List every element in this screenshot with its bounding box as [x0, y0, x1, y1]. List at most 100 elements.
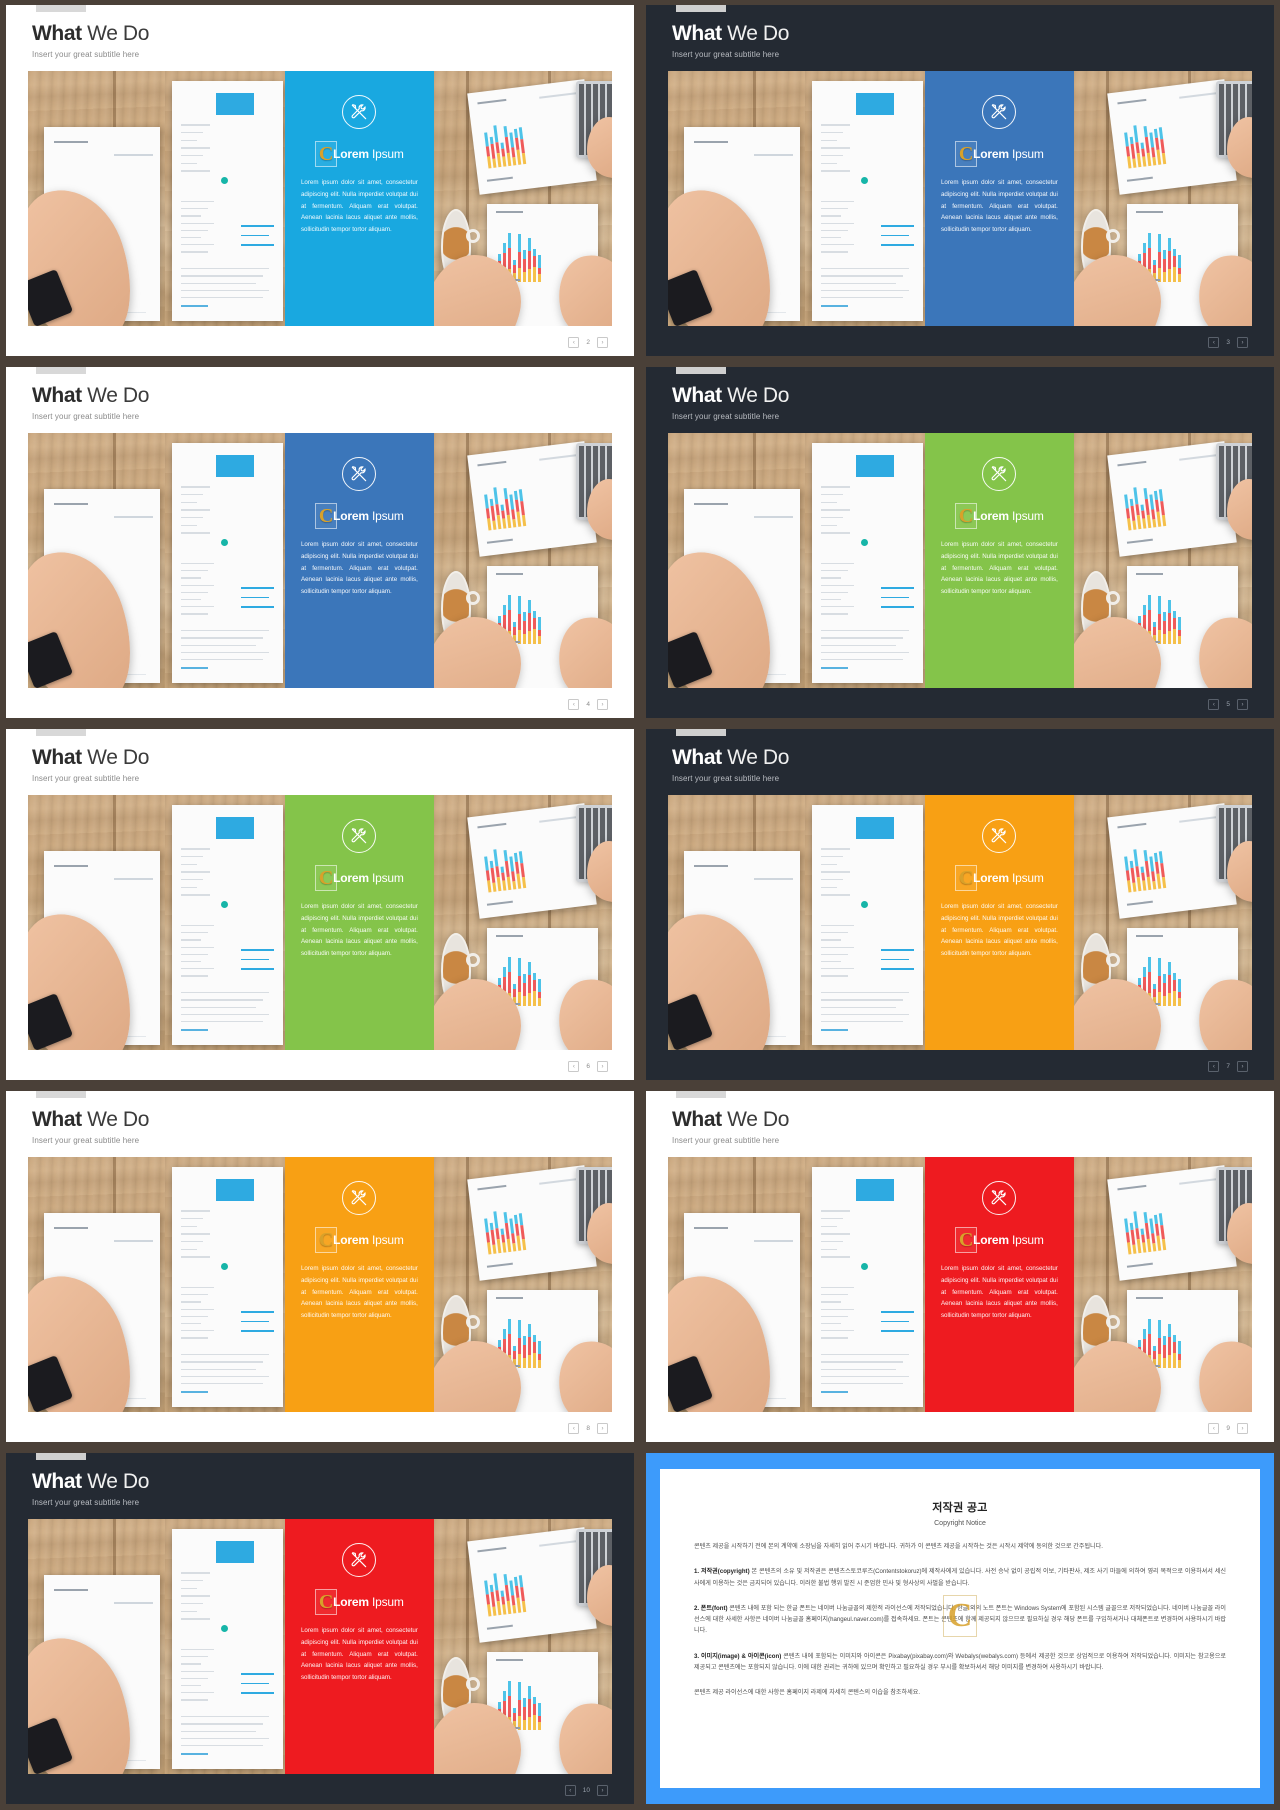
text-line — [181, 251, 208, 253]
slide-pager[interactable]: ‹ 4 › — [568, 699, 608, 710]
slide-cell-6[interactable]: What We Do Insert your great subtitle he… — [640, 724, 1280, 1086]
collage-panel-accent: C Lorem Ipsum Lorem ipsum dolor sit amet, … — [284, 795, 434, 1050]
title-bold: What — [672, 746, 722, 769]
slide-cell-9[interactable]: What We Do Insert your great subtitle he… — [0, 1448, 640, 1810]
slide-body: C Lorem Ipsum Lorem ipsum dolor sit amet, … — [646, 1145, 1274, 1442]
copyright-slide-cell[interactable]: 저작권 공고 Copyright Notice 콘텐츠 제공을 시작하기 전에 본의… — [640, 1448, 1280, 1810]
slide-1[interactable]: What We Do Insert your great subtitle he… — [6, 5, 634, 356]
wrench-screwdriver-icon — [342, 819, 377, 854]
slide-cell-8[interactable]: What We Do Insert your great subtitle he… — [640, 1086, 1280, 1448]
slide-pager[interactable]: ‹ 9 › — [1208, 1423, 1248, 1434]
prev-page-button[interactable]: ‹ — [1208, 699, 1220, 710]
slide-cell-4[interactable]: What We Do Insert your great subtitle he… — [640, 362, 1280, 724]
slide-pager[interactable]: ‹ 2 › — [568, 337, 608, 348]
wrench-screwdriver-icon — [342, 95, 377, 130]
text-line — [181, 229, 208, 231]
slide-body: C Lorem Ipsum Lorem ipsum dolor sit amet, … — [646, 783, 1274, 1080]
collage-panel-document — [805, 71, 925, 326]
bar — [1163, 250, 1167, 282]
page-title: What We Do — [672, 746, 1274, 769]
collage-panel-chart-hand — [28, 433, 166, 688]
slide-cell-2[interactable]: What We Do Insert your great subtitle he… — [640, 0, 1280, 362]
bar — [1163, 1336, 1167, 1368]
slide-pager[interactable]: ‹ 7 › — [1208, 1061, 1248, 1072]
slide-cell-5[interactable]: What We Do Insert your great subtitle he… — [0, 724, 640, 1086]
bar — [1168, 1323, 1172, 1368]
text-line — [181, 208, 208, 210]
slide-pager[interactable]: ‹ 10 › — [564, 1785, 608, 1796]
wrench-screwdriver-icon — [982, 95, 1017, 130]
slide-pager[interactable]: ‹ 5 › — [1208, 699, 1248, 710]
bar-chart — [482, 831, 584, 894]
slide-pager[interactable]: ‹ 6 › — [568, 1061, 608, 1072]
slide-2[interactable]: What We Do Insert your great subtitle he… — [646, 5, 1274, 356]
bar — [533, 1697, 537, 1730]
copyright-slide: 저작권 공고 Copyright Notice 콘텐츠 제공을 시작하기 전에 본의… — [646, 1453, 1274, 1804]
text-line — [181, 532, 210, 534]
text-line — [181, 606, 215, 608]
slide-7[interactable]: What We Do Insert your great subtitle he… — [6, 1091, 634, 1442]
copyright-paper: 저작권 공고 Copyright Notice 콘텐츠 제공을 시작하기 전에 본의… — [660, 1469, 1260, 1788]
prev-page-button[interactable]: ‹ — [568, 699, 580, 710]
next-page-button[interactable]: › — [597, 1785, 608, 1796]
slide-9[interactable]: What We Do Insert your great subtitle he… — [6, 1453, 634, 1804]
next-page-button[interactable]: › — [1237, 699, 1248, 710]
text-line — [821, 961, 842, 963]
prev-page-button[interactable]: ‹ — [564, 1785, 576, 1796]
cup-handle — [465, 591, 480, 606]
text-line — [181, 932, 208, 934]
prev-page-button[interactable]: ‹ — [568, 1061, 580, 1072]
slide-tab-marker — [676, 1091, 726, 1098]
text-line — [181, 577, 202, 579]
slide-tab-marker — [676, 5, 726, 12]
next-page-button[interactable]: › — [1237, 337, 1248, 348]
text-line — [181, 1006, 257, 1008]
text-line — [181, 863, 197, 865]
bar — [1163, 612, 1167, 644]
next-page-button[interactable]: › — [597, 337, 608, 348]
prev-page-button[interactable]: ‹ — [568, 1423, 580, 1434]
slide-8[interactable]: What We Do Insert your great subtitle he… — [646, 1091, 1274, 1442]
text-line — [181, 1716, 270, 1718]
slide-5[interactable]: What We Do Insert your great subtitle he… — [6, 729, 634, 1080]
text-line — [181, 856, 204, 858]
slide-6[interactable]: What We Do Insert your great subtitle he… — [646, 729, 1274, 1080]
text-line — [821, 268, 910, 270]
page-number: 9 — [1226, 1425, 1230, 1432]
slide-4[interactable]: What We Do Insert your great subtitle he… — [646, 367, 1274, 718]
prev-page-button[interactable]: ‹ — [568, 337, 580, 348]
next-page-button[interactable]: › — [597, 1061, 608, 1072]
text-line — [821, 658, 903, 661]
prev-page-button[interactable]: ‹ — [1208, 1423, 1220, 1434]
slide-body: C Lorem Ipsum Lorem ipsum dolor sit amet, … — [646, 421, 1274, 718]
next-page-button[interactable]: › — [597, 1423, 608, 1434]
text-line — [181, 644, 257, 646]
slide-tab-marker — [36, 367, 86, 374]
slide-pager[interactable]: ‹ 3 › — [1208, 337, 1248, 348]
brand-logo: C Lorem Ipsum — [955, 865, 1044, 892]
slide-cell-1[interactable]: What We Do Insert your great subtitle he… — [0, 0, 640, 362]
page-subtitle: Insert your great subtitle here — [32, 1498, 140, 1508]
prev-page-button[interactable]: ‹ — [1208, 337, 1220, 348]
slide-3[interactable]: What We Do Insert your great subtitle he… — [6, 367, 634, 718]
collage-panel-right-stack — [1073, 71, 1252, 326]
text-line — [181, 1382, 263, 1385]
next-page-button[interactable]: › — [597, 699, 608, 710]
accent-body-text: Lorem ipsum dolor sit amet, consectetur … — [300, 179, 418, 234]
prev-page-button[interactable]: ‹ — [1208, 1061, 1220, 1072]
text-line — [821, 1006, 897, 1008]
slide-pager[interactable]: ‹ 8 › — [568, 1423, 608, 1434]
next-page-button[interactable]: › — [1237, 1061, 1248, 1072]
text-line — [821, 486, 850, 488]
logo-text: Lorem Ipsum — [333, 1595, 404, 1610]
bar — [1158, 595, 1162, 644]
logo-text: Lorem Ipsum — [333, 1233, 404, 1248]
slide-cell-7[interactable]: What We Do Insert your great subtitle he… — [0, 1086, 640, 1448]
text-line — [181, 1663, 202, 1665]
slide-cell-3[interactable]: What We Do Insert your great subtitle he… — [0, 362, 640, 724]
next-page-button[interactable]: › — [1237, 1423, 1248, 1434]
copyright-item-1: 1. 저작권(copyright) 본 콘텐츠의 소유 및 저작권은 콘텐츠스토… — [694, 1568, 1227, 1587]
text-line — [821, 1218, 844, 1220]
letter-document — [812, 443, 923, 683]
wrench-screwdriver-icon — [982, 819, 1017, 854]
